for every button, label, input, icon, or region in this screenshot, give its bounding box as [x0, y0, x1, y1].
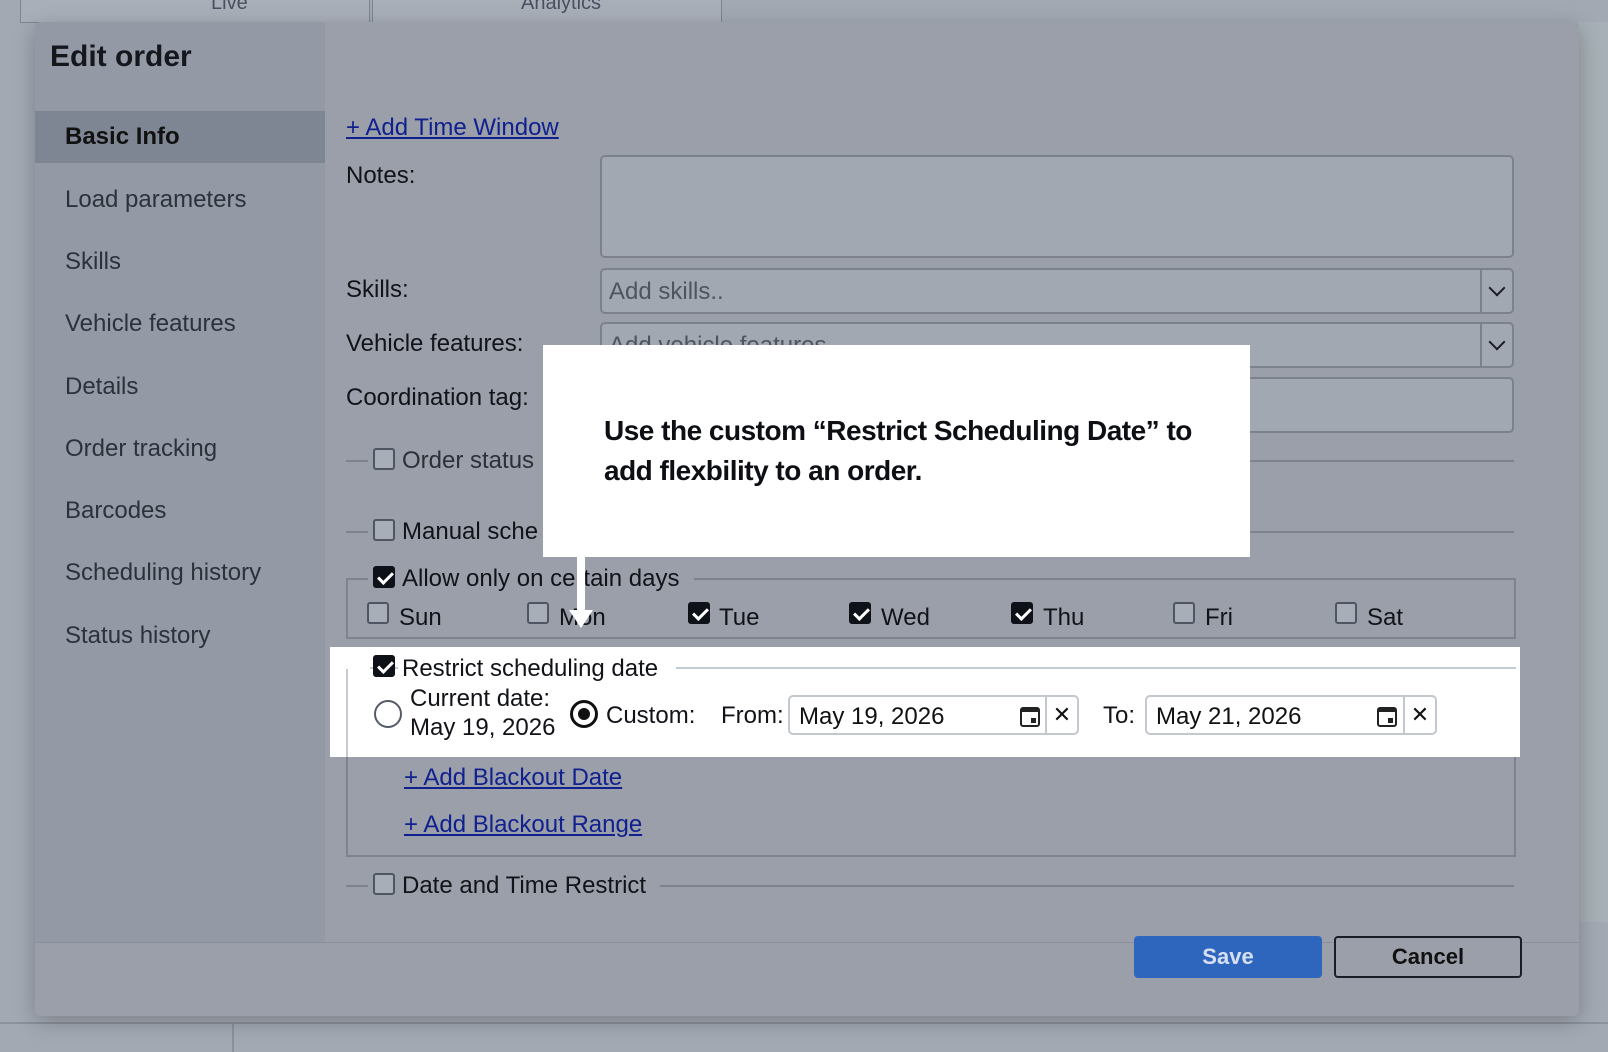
tooltip-callout: Use the custom “Restrict Scheduling Date…: [543, 345, 1250, 557]
map-strip: [1578, 22, 1608, 922]
notes-textarea[interactable]: [600, 155, 1514, 258]
tab-analytics: Analytics: [372, 0, 722, 23]
allow-days-checkbox[interactable]: [373, 566, 395, 588]
nav-details[interactable]: Details: [35, 361, 325, 413]
add-time-window-link[interactable]: + Add Time Window: [346, 114, 559, 142]
notes-label: Notes:: [346, 162, 416, 189]
save-button[interactable]: Save: [1134, 936, 1322, 978]
to-date-input[interactable]: May 21, 2026 ✕: [1145, 695, 1437, 735]
vehicle-features-dropdown-button[interactable]: [1480, 324, 1512, 366]
nav-vehicle-features[interactable]: Vehicle features: [35, 298, 325, 350]
day-wed-label: Wed: [881, 604, 930, 631]
coordination-tag-label: Coordination tag:: [346, 384, 529, 411]
current-date-value: May 19, 2026: [410, 714, 556, 741]
custom-radio[interactable]: [570, 700, 598, 728]
custom-label: Custom:: [606, 702, 696, 729]
manual-schedule-checkbox[interactable]: [373, 519, 395, 541]
day-fri-label: Fri: [1205, 604, 1233, 631]
to-clear-button[interactable]: ✕: [1403, 697, 1435, 733]
modal-sidebar: Edit order Basic Info Load parameters Sk…: [35, 22, 325, 942]
add-blackout-range-link[interactable]: + Add Blackout Range: [404, 811, 642, 839]
current-date-radio[interactable]: [374, 700, 402, 728]
skills-label: Skills:: [346, 276, 409, 303]
skills-placeholder: Add skills..: [609, 278, 724, 305]
restrict-checkbox[interactable]: [373, 655, 395, 677]
day-fri-checkbox[interactable]: [1173, 602, 1195, 624]
day-wed-checkbox[interactable]: [849, 602, 871, 624]
from-label: From:: [721, 702, 784, 729]
restrict-label: Restrict scheduling date: [402, 655, 659, 682]
tooltip-text: Use the custom “Restrict Scheduling Date…: [604, 415, 1192, 486]
manual-schedule-label: Manual sche: [402, 518, 539, 545]
day-thu-checkbox[interactable]: [1011, 602, 1033, 624]
calendar-icon[interactable]: [1377, 707, 1397, 727]
to-label: To:: [1103, 702, 1136, 729]
cancel-button[interactable]: Cancel: [1334, 936, 1522, 978]
from-clear-button[interactable]: ✕: [1045, 697, 1077, 733]
from-date-value: May 19, 2026: [799, 703, 945, 730]
skills-select[interactable]: Add skills..: [600, 268, 1514, 314]
day-tue-label: Tue: [719, 604, 760, 631]
day-tue-checkbox[interactable]: [688, 602, 710, 624]
chevron-down-icon: [1488, 333, 1506, 351]
nav-basic-info[interactable]: Basic Info: [35, 111, 325, 163]
day-sun-checkbox[interactable]: [367, 602, 389, 624]
vehicle-features-label: Vehicle features:: [346, 330, 524, 357]
skills-dropdown-button[interactable]: [1480, 270, 1512, 312]
order-status-checkbox[interactable]: [373, 448, 395, 470]
nav-load-parameters[interactable]: Load parameters: [35, 174, 325, 226]
day-thu-label: Thu: [1043, 604, 1085, 631]
order-status-label: Order status: [402, 447, 535, 474]
to-date-value: May 21, 2026: [1156, 703, 1302, 730]
callout-arrow-head: [569, 610, 593, 628]
modal-title: Edit order: [50, 40, 192, 73]
nav-scheduling-history[interactable]: Scheduling history: [35, 547, 325, 599]
day-sat-label: Sat: [1367, 604, 1404, 631]
current-date-label: Current date:: [410, 685, 551, 712]
date-time-restrict-label: Date and Time Restrict: [402, 872, 647, 899]
day-mon-checkbox[interactable]: [527, 602, 549, 624]
nav-order-tracking[interactable]: Order tracking: [35, 423, 325, 475]
allow-days-label: Allow only on certain days: [402, 565, 680, 592]
from-date-input[interactable]: May 19, 2026 ✕: [788, 695, 1079, 735]
date-time-restrict-checkbox[interactable]: [373, 873, 395, 895]
tab-live: Live: [20, 0, 370, 23]
day-sat-checkbox[interactable]: [1335, 602, 1357, 624]
nav-barcodes[interactable]: Barcodes: [35, 485, 325, 537]
add-blackout-date-link[interactable]: + Add Blackout Date: [404, 764, 622, 792]
restrict-highlight: Restrict scheduling date Current date: M…: [330, 647, 1520, 757]
day-sun-label: Sun: [399, 604, 442, 631]
nav-status-history[interactable]: Status history: [35, 610, 325, 662]
calendar-icon[interactable]: [1020, 707, 1040, 727]
nav-skills[interactable]: Skills: [35, 236, 325, 288]
chevron-down-icon: [1488, 279, 1506, 297]
callout-arrow: [577, 557, 585, 617]
